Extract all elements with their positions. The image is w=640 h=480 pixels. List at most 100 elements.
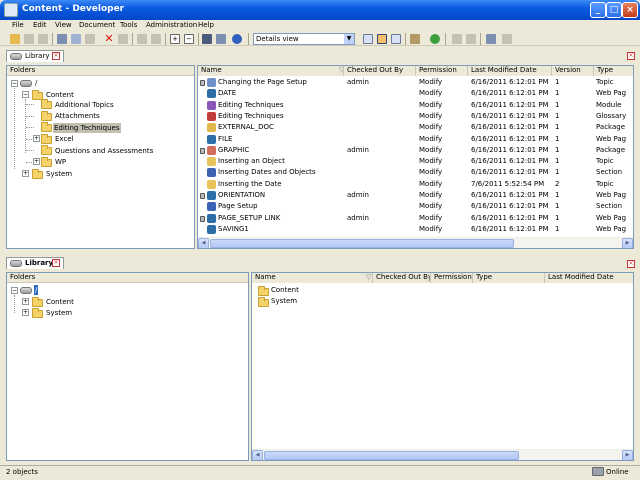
tree-node-system[interactable]: System [45, 308, 73, 318]
tree-node-attachments[interactable]: Attachments [54, 111, 101, 121]
table-row[interactable]: Editing Techniques Modify 6/16/2011 6:12:0… [198, 111, 633, 122]
tree-node-content[interactable]: Content [45, 90, 75, 100]
find-icon[interactable] [202, 34, 212, 44]
table-row[interactable]: Changing the Page Setup admin Modify 6/16/2… [198, 77, 633, 88]
delete-icon[interactable]: ✕ [104, 33, 114, 44]
table-row[interactable]: EXTERNAL_DOC Modify 6/16/2011 6:12:01 PM 1 P… [198, 122, 633, 133]
minimize-button[interactable]: _ [590, 2, 606, 18]
spell-check-icon[interactable] [216, 34, 226, 44]
properties-icon[interactable] [118, 34, 128, 44]
scroll-thumb[interactable] [264, 451, 519, 460]
preview-icon[interactable] [502, 34, 512, 44]
column-header-version[interactable]: Version [552, 66, 594, 76]
tree-node-additional-topics[interactable]: Additional Topics [54, 100, 115, 110]
help-icon[interactable] [232, 34, 242, 44]
move-up-icon[interactable] [452, 34, 462, 44]
horizontal-scrollbar-top[interactable]: ◀ ▶ [198, 237, 633, 248]
scroll-left-icon[interactable]: ◀ [252, 450, 263, 460]
folder-icon [32, 297, 43, 307]
scroll-thumb[interactable] [210, 239, 514, 248]
tree-node-root[interactable]: / [34, 78, 38, 88]
cut-icon[interactable] [57, 34, 67, 44]
cell-version: 1 [555, 111, 560, 120]
view-select[interactable]: Details view ▼ [253, 33, 355, 45]
maximize-button[interactable]: □ [606, 2, 622, 18]
tree-node-wp[interactable]: WP [54, 157, 67, 167]
close-tab-icon[interactable]: × [52, 259, 60, 267]
paste-icon[interactable] [85, 34, 95, 44]
column-header-name[interactable]: Name ▽ [198, 66, 344, 76]
close-window-button[interactable]: × [622, 2, 638, 18]
tree-node-questions[interactable]: Questions and Assessments [54, 146, 154, 156]
move-down-icon[interactable] [466, 34, 476, 44]
cell-version: 1 [555, 224, 560, 233]
table-row[interactable]: DATE Modify 6/16/2011 6:12:01 PM 1 Web Pag [198, 88, 633, 99]
menu-file[interactable]: File [12, 21, 24, 31]
table-row[interactable]: Editing Techniques Modify 6/16/2011 6:12:0… [198, 100, 633, 111]
layout-split-vertical-icon[interactable] [391, 34, 401, 44]
menu-administration[interactable]: Administration [146, 21, 197, 31]
collapse-icon[interactable]: − [184, 34, 194, 44]
menu-help[interactable]: Help [198, 21, 214, 31]
refresh-icon[interactable] [430, 34, 440, 44]
menu-view[interactable]: View [55, 21, 72, 31]
column-header-last-modified[interactable]: Last Modified Date [545, 273, 633, 283]
open-folder-icon[interactable] [10, 34, 20, 44]
expand-icon[interactable]: + [170, 34, 180, 44]
tree-node-root[interactable]: / [34, 285, 39, 295]
column-header-type[interactable]: Type [473, 273, 545, 283]
column-header-name[interactable]: Name ▽ [252, 273, 373, 283]
tree-expander-root[interactable]: − [11, 287, 18, 294]
table-row[interactable]: GRAPHIC admin Modify 6/16/2011 6:12:01 PM 1 P… [198, 145, 633, 156]
close-panel-icon[interactable]: × [627, 260, 635, 268]
layout-split-horizontal-icon[interactable] [377, 34, 387, 44]
chevron-down-icon[interactable]: ▼ [344, 34, 354, 44]
scroll-right-icon[interactable]: ▶ [622, 238, 633, 248]
tree-node-excel[interactable]: Excel [54, 134, 75, 144]
column-header-type[interactable]: Type [594, 66, 633, 76]
column-header-last-modified[interactable]: Last Modified Date [468, 66, 552, 76]
column-header-permission[interactable]: Permission [431, 273, 473, 283]
menu-tools[interactable]: Tools [120, 21, 137, 31]
table-row[interactable]: SAVING1 Modify 6/16/2011 6:12:01 PM 1 Web Pa… [198, 224, 633, 235]
column-header-permission[interactable]: Permission [416, 66, 468, 76]
menu-document[interactable]: Document [79, 21, 115, 31]
close-tab-icon[interactable]: × [52, 52, 60, 60]
tree-expander-content[interactable]: + [22, 298, 29, 305]
table-row[interactable]: Inserting an Object Modify 6/16/2011 6:12:… [198, 156, 633, 167]
tree-expander-system[interactable]: + [22, 309, 29, 316]
tree-node-content[interactable]: Content [45, 297, 75, 307]
menu-edit[interactable]: Edit [33, 21, 47, 31]
column-header-checked-out-by[interactable]: Checked Out By [373, 273, 431, 283]
tree-node-system[interactable]: System [45, 169, 73, 179]
list-item[interactable]: Content [271, 285, 371, 296]
table-row[interactable]: PAGE_SETUP LINK admin Modify 6/16/2011 6:12… [198, 213, 633, 224]
layout-single-icon[interactable] [363, 34, 373, 44]
publish-icon[interactable] [410, 34, 420, 44]
horizontal-scrollbar-bottom[interactable]: ◀ ▶ [252, 449, 633, 460]
table-row[interactable]: FILE Modify 6/16/2011 6:12:01 PM 1 Web Pag [198, 134, 633, 145]
checkout-icon[interactable] [38, 34, 48, 44]
folder-icon [41, 134, 52, 144]
copy-icon[interactable] [71, 34, 81, 44]
tree-expander-system[interactable]: + [22, 170, 29, 177]
table-row[interactable]: Inserting the Date Modify 7/6/2011 5:52:54… [198, 179, 633, 190]
undo-icon[interactable] [137, 34, 147, 44]
tree-expander-content[interactable]: − [22, 91, 29, 98]
table-row[interactable]: ORIENTATION admin Modify 6/16/2011 6:12:01 … [198, 190, 633, 201]
checkin-icon[interactable] [24, 34, 34, 44]
print-icon[interactable] [486, 34, 496, 44]
column-header-checked-out-by[interactable]: Checked Out By [344, 66, 416, 76]
tree-expander-root[interactable]: − [11, 80, 18, 87]
redo-icon[interactable] [151, 34, 161, 44]
cell-permission: Modify [419, 202, 443, 211]
tree-expander-excel[interactable]: + [33, 135, 40, 142]
scroll-left-icon[interactable]: ◀ [198, 238, 209, 248]
tree-expander-wp[interactable]: + [33, 158, 40, 165]
list-item[interactable]: System [271, 296, 371, 307]
scroll-right-icon[interactable]: ▶ [622, 450, 633, 460]
close-panel-icon[interactable]: × [627, 52, 635, 60]
table-row[interactable]: Page Setup Modify 6/16/2011 6:12:01 PM 1 Sec… [198, 201, 633, 212]
tree-node-editing-techniques[interactable]: Editing Techniques [53, 123, 121, 133]
table-row[interactable]: Inserting Dates and Objects Modify 6/16/20… [198, 167, 633, 178]
